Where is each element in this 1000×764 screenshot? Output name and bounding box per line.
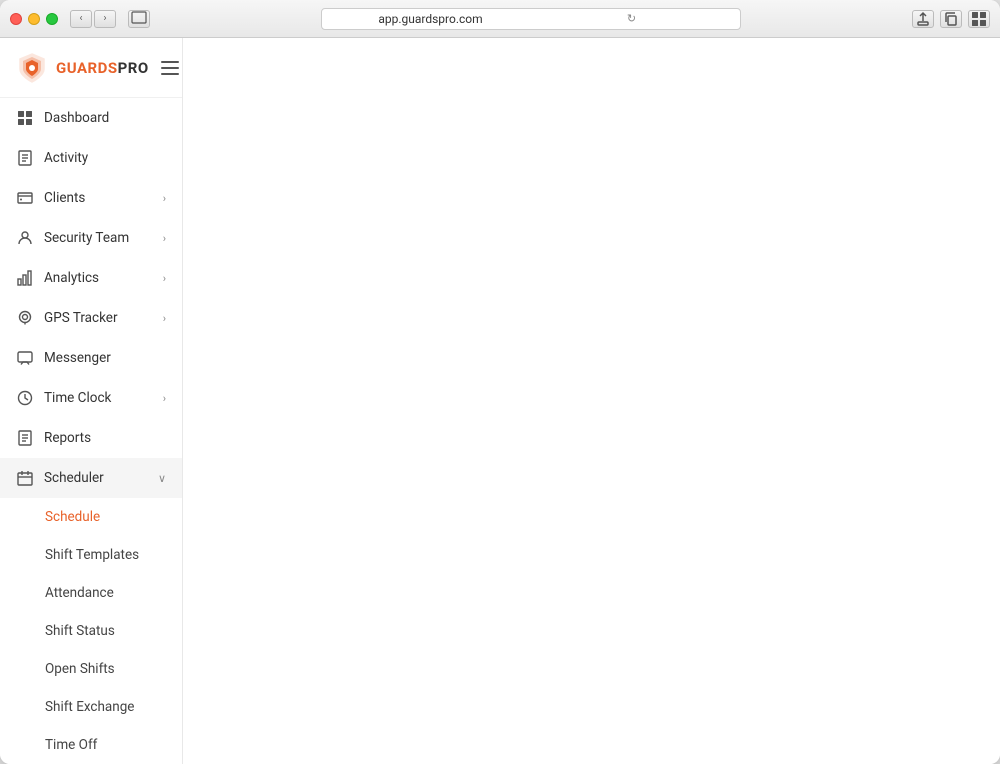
clients-chevron-icon: › <box>163 192 166 205</box>
sidebar-item-gps-tracker[interactable]: GPS Tracker › <box>0 298 182 338</box>
security-team-chevron-icon: › <box>163 232 166 245</box>
logo-text: GUARDSPRO <box>56 59 149 77</box>
sidebar-item-security-team-label: Security Team <box>44 230 153 246</box>
messenger-icon <box>16 349 34 367</box>
sidebar-item-reports-label: Reports <box>44 430 166 446</box>
sidebar-item-shift-status[interactable]: Shift Status <box>0 612 182 650</box>
logo-icon <box>16 52 48 84</box>
analytics-icon <box>16 269 34 287</box>
sidebar-item-analytics[interactable]: Analytics › <box>0 258 182 298</box>
shift-exchange-label: Shift Exchange <box>45 699 134 715</box>
sidebar-item-reports[interactable]: Reports <box>0 418 182 458</box>
url-text: app.guardspro.com <box>330 12 531 26</box>
time-off-label: Time Off <box>45 737 97 753</box>
schedule-label: Schedule <box>45 509 100 525</box>
address-bar[interactable]: app.guardspro.com ↻ <box>321 8 741 30</box>
reports-icon <box>16 429 34 447</box>
sidebar-item-clients-label: Clients <box>44 190 153 206</box>
security-team-icon <box>16 229 34 247</box>
sidebar-item-analytics-label: Analytics <box>44 270 153 286</box>
browser-window: ‹ › app.guardspro.com ↻ <box>0 0 1000 764</box>
scheduler-icon <box>16 469 34 487</box>
scheduler-chevron-icon: ∨ <box>158 472 166 485</box>
toolbar-right <box>912 10 990 28</box>
extensions-button[interactable] <box>968 10 990 28</box>
time-clock-chevron-icon: › <box>163 392 166 405</box>
sidebar-item-dashboard-label: Dashboard <box>44 110 166 126</box>
sidebar-item-attendance[interactable]: Attendance <box>0 574 182 612</box>
sidebar: GUARDSPRO Dashboar <box>0 38 183 764</box>
hamburger-button[interactable] <box>157 57 183 79</box>
analytics-chevron-icon: › <box>163 272 166 285</box>
gps-icon <box>16 309 34 327</box>
address-bar-container: app.guardspro.com ↻ <box>158 8 904 30</box>
sidebar-item-scheduler[interactable]: Scheduler ∨ <box>0 458 182 498</box>
main-content <box>183 38 1000 764</box>
sidebar-item-time-clock-label: Time Clock <box>44 390 153 406</box>
new-tab-button[interactable] <box>128 10 150 28</box>
title-bar: ‹ › app.guardspro.com ↻ <box>0 0 1000 38</box>
sidebar-item-clients[interactable]: Clients › <box>0 178 182 218</box>
shift-status-label: Shift Status <box>45 623 115 639</box>
open-shifts-label: Open Shifts <box>45 661 115 677</box>
app-container: GUARDSPRO Dashboar <box>0 38 1000 764</box>
activity-icon <box>16 149 34 167</box>
sidebar-item-activity[interactable]: Activity <box>0 138 182 178</box>
sidebar-item-gps-tracker-label: GPS Tracker <box>44 310 153 326</box>
grid-icon <box>16 109 34 127</box>
sidebar-item-schedule[interactable]: Schedule <box>0 498 182 536</box>
refresh-icon[interactable]: ↻ <box>531 12 732 25</box>
traffic-lights <box>10 13 58 25</box>
close-button[interactable] <box>10 13 22 25</box>
clients-icon <box>16 189 34 207</box>
scheduler-section: Scheduler ∨ Schedule Shift Templates Att… <box>0 458 182 764</box>
attendance-label: Attendance <box>45 585 114 601</box>
copy-button[interactable] <box>940 10 962 28</box>
sidebar-item-messenger[interactable]: Messenger <box>0 338 182 378</box>
share-button[interactable] <box>912 10 934 28</box>
sidebar-item-activity-label: Activity <box>44 150 166 166</box>
sidebar-item-messenger-label: Messenger <box>44 350 166 366</box>
back-button[interactable]: ‹ <box>70 10 92 28</box>
minimize-button[interactable] <box>28 13 40 25</box>
scheduler-label: Scheduler <box>44 470 148 486</box>
sidebar-item-open-shifts[interactable]: Open Shifts <box>0 650 182 688</box>
maximize-button[interactable] <box>46 13 58 25</box>
sidebar-item-time-clock[interactable]: Time Clock › <box>0 378 182 418</box>
nav-buttons: ‹ › <box>70 10 116 28</box>
clock-icon <box>16 389 34 407</box>
sidebar-item-dashboard[interactable]: Dashboard <box>0 98 182 138</box>
shift-templates-label: Shift Templates <box>45 547 139 563</box>
sidebar-item-time-off[interactable]: Time Off <box>0 726 182 764</box>
sidebar-item-shift-templates[interactable]: Shift Templates <box>0 536 182 574</box>
sidebar-item-shift-exchange[interactable]: Shift Exchange <box>0 688 182 726</box>
gps-chevron-icon: › <box>163 312 166 325</box>
sidebar-item-security-team[interactable]: Security Team › <box>0 218 182 258</box>
sidebar-header: GUARDSPRO <box>0 38 182 98</box>
forward-button[interactable]: › <box>94 10 116 28</box>
